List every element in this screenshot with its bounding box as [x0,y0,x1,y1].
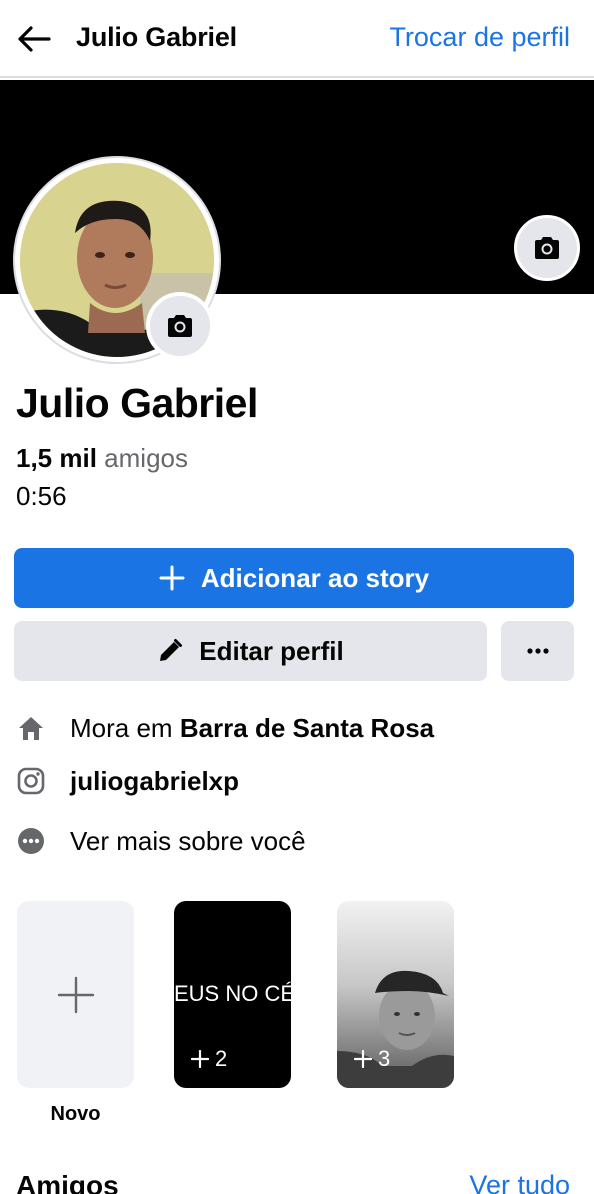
switch-profile-link[interactable]: Trocar de perfil [389,22,570,53]
story-card[interactable]: EUS NO CÉ 2 [174,901,291,1088]
see-all-friends-link[interactable]: Ver tudo [469,1170,570,1194]
edit-profile-label: Editar perfil [199,635,344,666]
friends-count: 1,5 mil [16,443,97,473]
edit-cover-button[interactable] [514,215,580,281]
instagram-icon [16,766,46,796]
story-count: 3 [354,1046,390,1072]
see-more-label: Ver mais sobre você [70,825,306,856]
friends-section-title: Amigos [16,1170,119,1194]
home-icon [16,713,46,743]
new-story-label: Novo [50,1103,101,1125]
friends-label: amigos [104,443,188,473]
more-options-button[interactable] [501,621,574,681]
add-story-button[interactable]: Adicionar ao story [14,548,574,608]
back-button[interactable] [14,20,54,58]
lives-in-city[interactable]: Barra de Santa Rosa [180,713,434,744]
story-count-value: 2 [215,1046,228,1071]
more-circle-icon [16,826,46,856]
plus-icon [57,976,94,1013]
instagram-handle[interactable]: juliogabrielxp [70,766,239,797]
plus-icon [159,565,185,591]
info-row-lives-in: Mora em Barra de Santa Rosa [16,708,434,748]
story-count-value: 3 [378,1046,391,1071]
story-card[interactable]: 3 [337,901,454,1088]
add-story-label: Adicionar ao story [200,562,430,593]
info-row-see-more[interactable]: Ver mais sobre você [16,821,306,861]
more-dots-icon [526,648,549,654]
camera-icon [535,237,559,259]
friends-count-line[interactable]: 1,5 mil amigos [16,443,188,474]
plus-icon [191,1050,209,1068]
story-count: 2 [191,1046,227,1072]
pencil-icon [160,639,183,661]
edit-profile-button[interactable]: Editar perfil [14,621,487,681]
lives-in-prefix: Mora em [70,712,173,743]
info-row-instagram[interactable]: juliogabrielxp [16,761,239,801]
plus-icon [354,1050,372,1068]
profile-name: Julio Gabriel [16,380,258,426]
edit-avatar-button[interactable] [146,292,214,360]
header-title: Julio Gabriel [76,22,237,52]
new-story-card[interactable] [17,901,134,1088]
time-text: 0:56 [16,481,67,511]
arrow-left-icon [18,26,51,52]
top-bar: Julio Gabriel Trocar de perfil [0,0,594,78]
camera-icon [168,315,192,337]
story-text: EUS NO CÉ [174,981,291,1006]
